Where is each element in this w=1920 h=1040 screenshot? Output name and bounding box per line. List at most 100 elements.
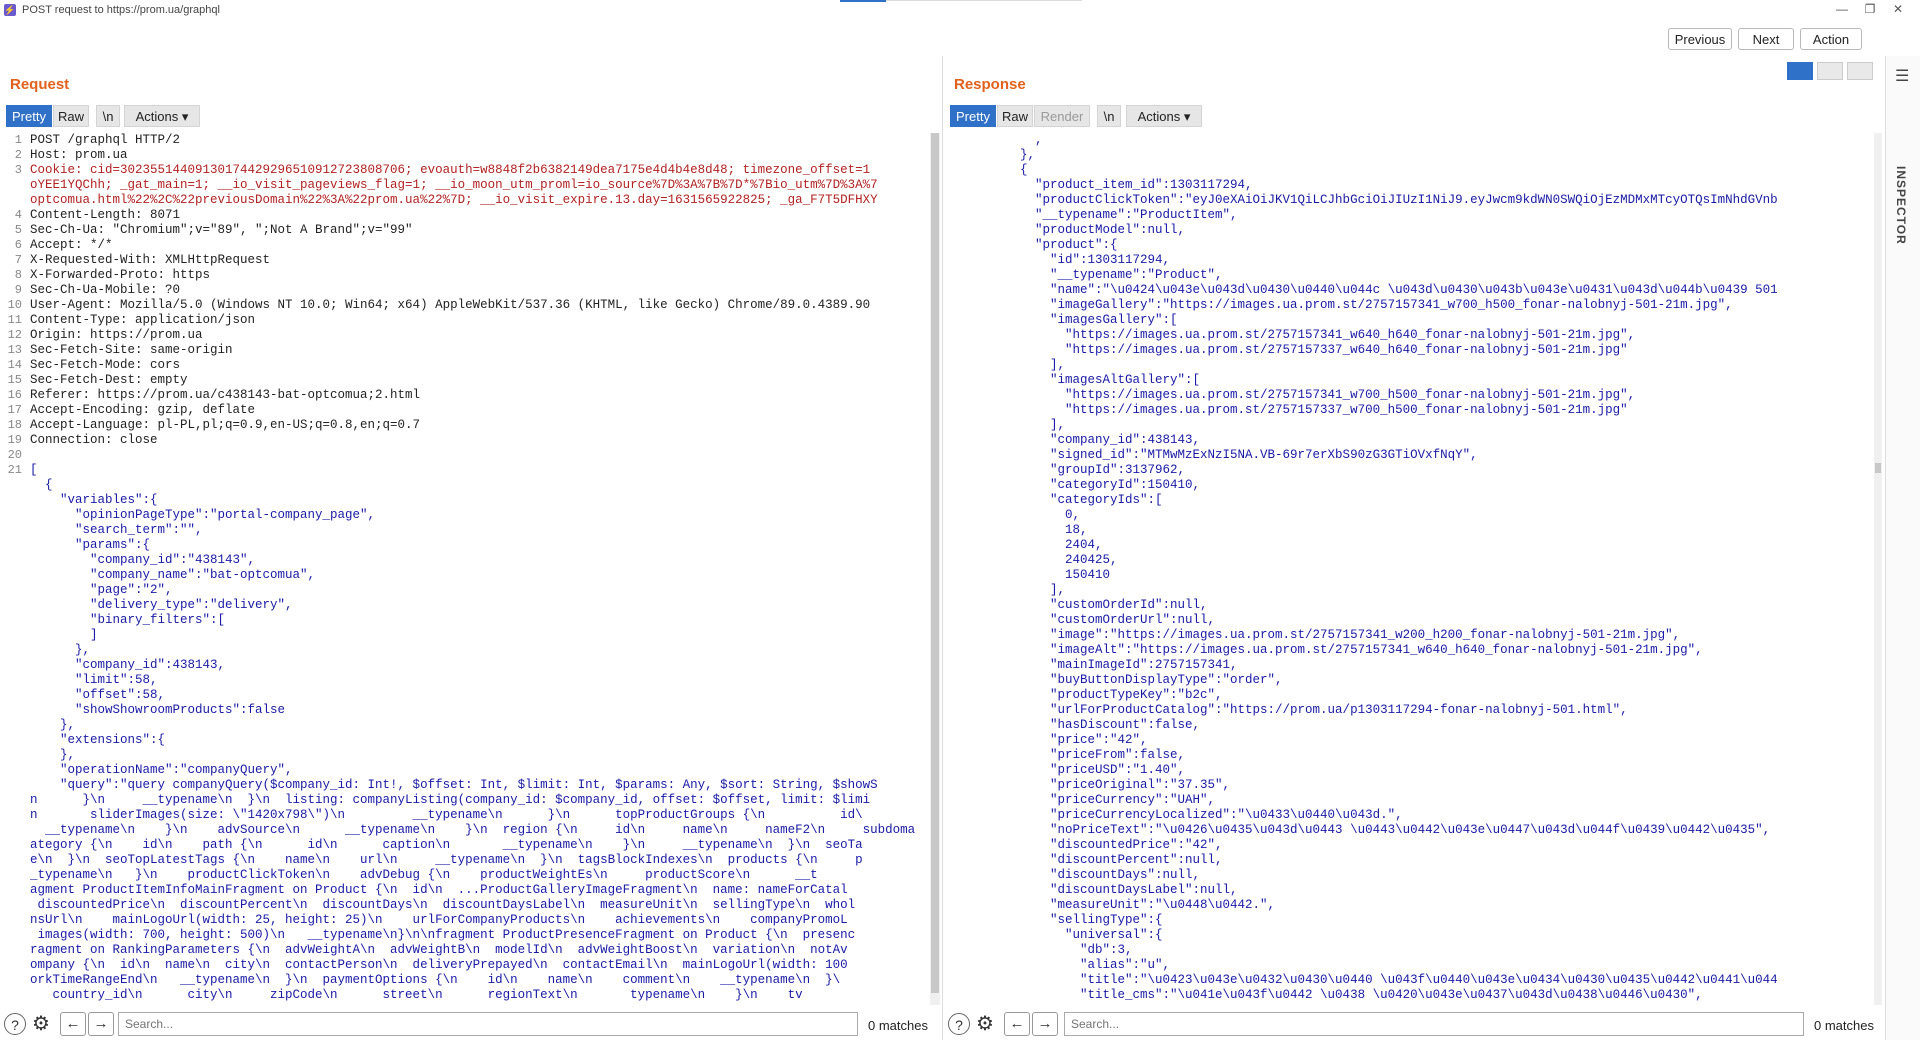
response-line-text: "priceOriginal":"37.35", [960,778,1231,792]
line-number: 6 [14,238,22,252]
response-search-input[interactable] [1064,1012,1804,1036]
request-line-text: agment ProductItemInfoMainFragment on Pr… [30,883,848,897]
request-actions-dropdown[interactable]: Actions ▾ [124,105,200,127]
tab-indicator-track [886,0,1082,1]
menu-icon[interactable]: ☰ [1895,66,1909,86]
request-title: Request [10,76,70,93]
request-line-text: "company_name":"bat-optcomua", [30,568,316,582]
request-line-text: "page":"2", [30,583,173,597]
request-line: "params":{ [4,538,930,553]
response-line: "title_cms":"\u041e\u043f\u0442 \u0438 \… [950,988,1880,1003]
request-line: 1 POST /graphql HTTP/2 [4,133,930,148]
response-line-text: "title":"\u0423\u043e\u0432\u0430\u0440 … [960,973,1778,987]
request-tab-pretty[interactable]: Pretty [6,105,52,127]
line-number: 17 [7,403,22,417]
response-editor[interactable]: , }, { "product_item_id":1303117294, "pr… [950,133,1880,1005]
response-scrollbar[interactable] [1874,133,1882,1005]
request-line: ompany {\n id\n name\n city\n contactPer… [4,958,930,973]
response-line-text: 150410 [960,568,1111,582]
request-search-input[interactable] [118,1012,858,1036]
request-line: 3 Cookie: cid=302355144091301744292965109… [4,163,930,178]
response-line: "signed_id":"MTMwMzExNzI5NA.VB-69r7erXbS… [950,448,1880,463]
response-line: 240425, [950,553,1880,568]
request-line: ] [4,628,930,643]
response-matches-count: 0 matches [1814,1018,1874,1033]
response-tab-pretty[interactable]: Pretty [950,105,996,127]
request-tab-raw[interactable]: Raw [53,105,89,127]
response-line-text: "priceCurrencyLocalized":"\u0433\u0440\u… [960,808,1403,822]
response-line-text: "productClickToken":"eyJ0eXAiOiJKV1QiLCJ… [960,193,1778,207]
request-line: 12 Origin: https://prom.ua [4,328,930,343]
minimize-icon[interactable]: — [1832,2,1852,16]
action-button[interactable]: Action [1800,28,1862,50]
request-line-text: "showShowroomProducts":false [30,703,286,717]
response-line: "imagesGallery":[ [950,313,1880,328]
request-line: oYEE1YQChh; _gat_main=1; __io_visit_page… [4,178,930,193]
response-forward-icon[interactable]: → [1032,1012,1058,1036]
request-line-text: Accept-Encoding: gzip, deflate [30,403,256,417]
response-tab-render[interactable]: Render [1034,105,1090,127]
request-forward-icon[interactable]: → [88,1012,114,1036]
response-title: Response [954,76,1026,93]
previous-button[interactable]: Previous [1668,28,1732,50]
response-line-text: "productModel":null, [960,223,1186,237]
response-line: "customOrderUrl":null, [950,613,1880,628]
response-line: "discountDaysLabel":null, [950,883,1880,898]
request-editor[interactable]: 1 POST /graphql HTTP/2 2 Host: prom.ua 3 Cook… [4,133,930,1005]
response-back-icon[interactable]: ← [1004,1012,1030,1036]
response-line-text: "signed_id":"MTMwMzExNzI5NA.VB-69r7erXbS… [960,448,1478,462]
response-help-icon[interactable]: ? [948,1013,970,1035]
line-number: 18 [7,418,22,432]
request-line-text: n }\n __typename\n }\n listing: companyL… [30,793,871,807]
layout-stacked-icon[interactable] [1817,62,1843,80]
request-line: 8 X-Forwarded-Proto: https [4,268,930,283]
layout-side-by-side-icon[interactable] [1787,62,1813,80]
request-line-text: }, [30,748,76,762]
request-line: 16 Referer: https://prom.ua/c438143-bat-o… [4,388,930,403]
response-tab-raw[interactable]: Raw [997,105,1033,127]
request-back-icon[interactable]: ← [60,1012,86,1036]
request-line: "query":"query companyQuery($company_id:… [4,778,930,793]
request-settings-icon[interactable]: ⚙ [30,1013,52,1035]
response-line: ], [950,358,1880,373]
request-line: }, [4,643,930,658]
request-scrollbar-thumb[interactable] [931,133,939,993]
request-line-text: _typename\n }\n productClickToken\n advD… [30,868,818,882]
request-help-icon[interactable]: ? [4,1013,26,1035]
line-number: 1 [14,133,22,147]
response-tab-newline[interactable]: \n [1097,105,1121,127]
response-line-text: "groupId":3137962, [960,463,1186,477]
response-line: "https://images.ua.prom.st/2757157337_w6… [950,343,1880,358]
response-line-text: "discountDaysLabel":null, [960,883,1238,897]
restore-icon[interactable]: ❐ [1860,2,1880,16]
request-line: 21 [ [4,463,930,478]
response-line-text: "customOrderId":null, [960,598,1208,612]
response-line-text: ], [960,583,1066,597]
request-scrollbar[interactable] [930,133,940,1005]
panel-divider[interactable] [942,56,943,1040]
response-line: "sellingType":{ [950,913,1880,928]
request-line-text: Content-Type: application/json [30,313,256,327]
response-line: "groupId":3137962, [950,463,1880,478]
close-icon[interactable]: ✕ [1888,2,1908,16]
response-line: "priceCurrency":"UAH", [950,793,1880,808]
response-line: "https://images.ua.prom.st/2757157341_w7… [950,388,1880,403]
inspector-label[interactable]: INSPECTOR [1894,166,1908,245]
next-button[interactable]: Next [1738,28,1794,50]
request-line: 18 Accept-Language: pl-PL,pl;q=0.9,en-US;… [4,418,930,433]
request-line: "showShowroomProducts":false [4,703,930,718]
request-tab-newline[interactable]: \n [96,105,120,127]
response-scrollbar-thumb[interactable] [1875,463,1881,473]
response-actions-dropdown[interactable]: Actions ▾ [1126,105,1202,127]
layout-single-icon[interactable] [1847,62,1873,80]
request-line: 9 Sec-Ch-Ua-Mobile: ?0 [4,283,930,298]
request-line: 14 Sec-Fetch-Mode: cors [4,358,930,373]
response-line: "productTypeKey":"b2c", [950,688,1880,703]
line-number: 7 [14,253,22,267]
request-line: "company_id":"438143", [4,553,930,568]
response-settings-icon[interactable]: ⚙ [974,1013,996,1035]
response-line: , [950,133,1880,148]
response-line-text: "alias":"u", [960,958,1171,972]
inspector-panel[interactable]: ☰ INSPECTOR [1885,56,1920,1040]
request-line-text: }, [30,718,76,732]
